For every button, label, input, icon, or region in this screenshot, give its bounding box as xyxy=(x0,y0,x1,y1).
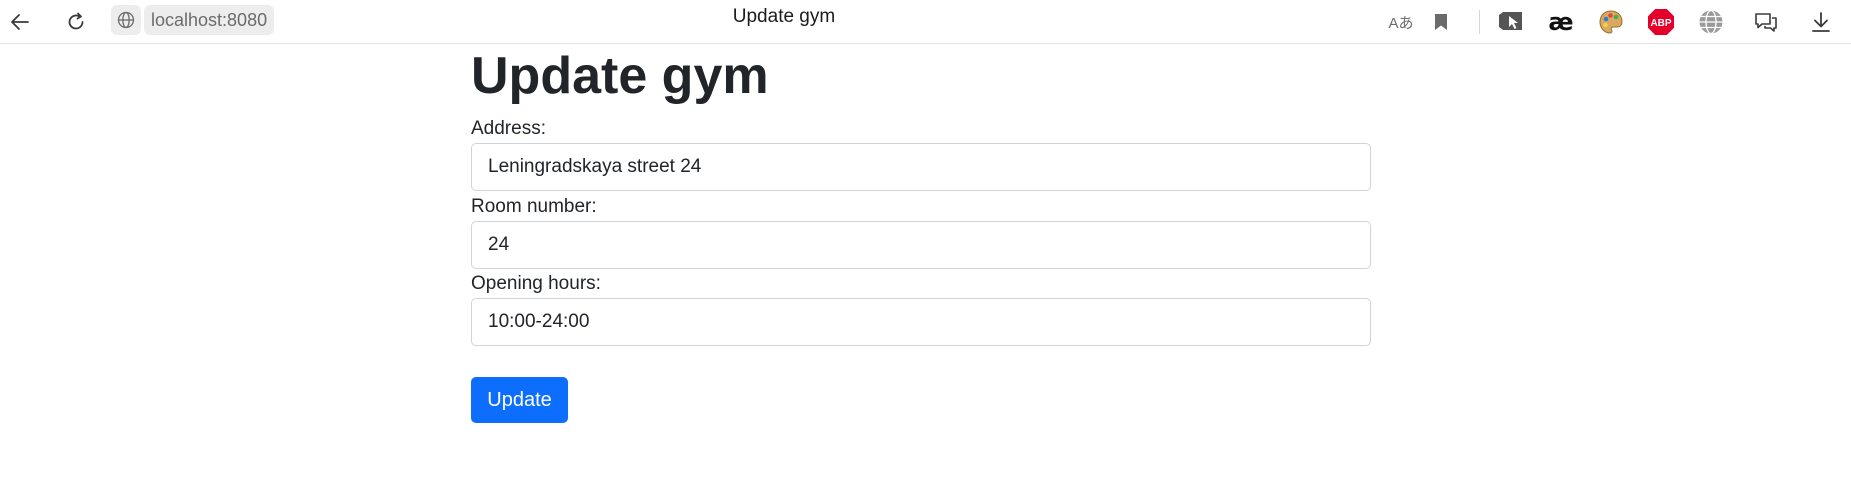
address-input[interactable] xyxy=(471,143,1371,191)
page-title: Update gym xyxy=(471,47,769,105)
adblock-plus-button[interactable]: ABP xyxy=(1643,4,1679,40)
address-label: Address: xyxy=(471,118,546,139)
read-aloud-icon: Aあ xyxy=(1388,14,1414,32)
toolbar-divider xyxy=(1479,10,1480,34)
abp-label: ABP xyxy=(1650,18,1671,29)
read-aloud-button[interactable]: Aあ xyxy=(1383,4,1419,40)
globe-extension-button[interactable] xyxy=(1693,4,1729,40)
bookmark-icon xyxy=(1435,14,1447,30)
cursor-extension-icon xyxy=(1499,12,1522,30)
opening-hours-input[interactable] xyxy=(471,298,1371,346)
ae-extension-icon: æ xyxy=(1548,8,1574,36)
downloads-button[interactable] xyxy=(1803,4,1839,40)
opening-hours-label: Opening hours: xyxy=(471,273,601,294)
favorite-button[interactable] xyxy=(1423,4,1459,40)
browser-toolbar: localhost:8080 Update gym Aあ æ ABP xyxy=(0,0,1851,44)
download-icon xyxy=(1812,12,1830,32)
palette-extension-button[interactable] xyxy=(1593,4,1629,40)
adblock-plus-icon: ABP xyxy=(1648,9,1674,35)
feedback-icon xyxy=(1755,13,1777,32)
feedback-button[interactable] xyxy=(1748,4,1784,40)
update-button[interactable]: Update xyxy=(471,377,568,423)
cursor-extension-button[interactable] xyxy=(1493,4,1529,40)
tab-title: Update gym xyxy=(732,6,836,27)
palette-extension-icon xyxy=(1599,10,1623,34)
room-number-input[interactable] xyxy=(471,221,1371,269)
ae-extension-button[interactable]: æ xyxy=(1543,4,1579,40)
room-number-label: Room number: xyxy=(471,196,597,217)
globe-extension-icon xyxy=(1699,9,1723,35)
